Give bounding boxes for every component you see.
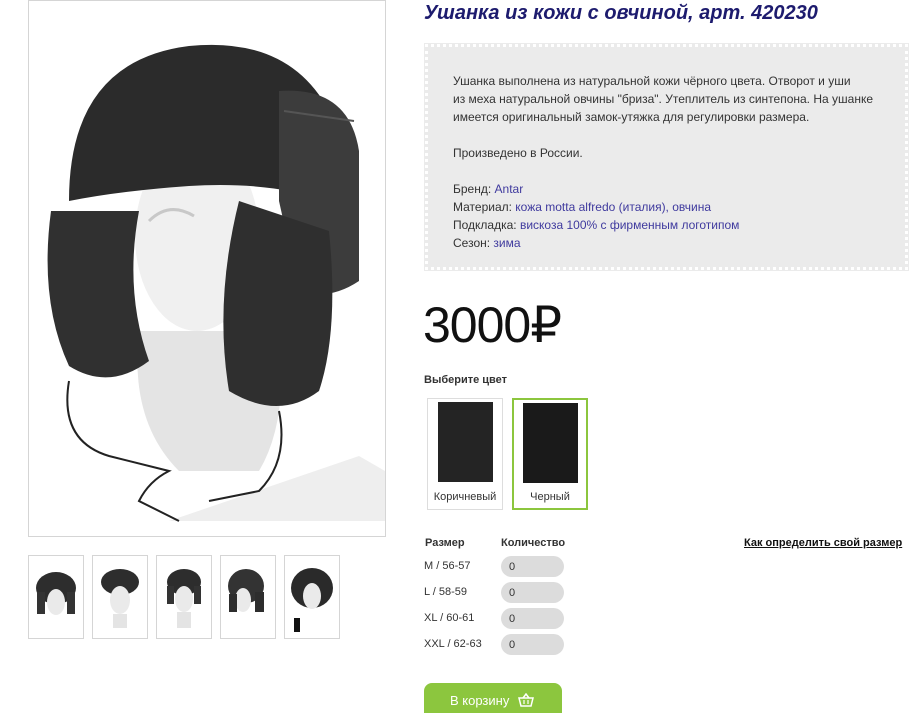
quantity-input[interactable]: [501, 582, 564, 603]
size-row: XXL / 62-63: [424, 634, 564, 656]
description-line: имеется оригинальный замок-утяжка для ре…: [453, 110, 810, 124]
thumbnail-2[interactable]: [92, 555, 148, 639]
attribute-label: Сезон:: [453, 236, 494, 250]
size-row: XL / 60-61: [424, 608, 564, 630]
quantity-input[interactable]: [501, 556, 564, 577]
add-to-cart-label: В корзину: [450, 692, 510, 708]
attribute-value[interactable]: зима: [493, 236, 520, 250]
color-option-brown[interactable]: Коричневый: [427, 398, 503, 510]
attribute-brand: Бренд: Antar: [453, 180, 881, 198]
size-row: L / 58-59: [424, 582, 564, 604]
attribute-lining: Подкладка: вискоза 100% с фирменным лого…: [453, 216, 881, 234]
size-label: L / 58-59: [424, 586, 468, 598]
thumbnail-1[interactable]: [28, 555, 84, 639]
description-line: из меха натуральной овчины "бриза". Утеп…: [453, 92, 873, 106]
quantity-column-header: Количество: [501, 537, 566, 549]
basket-icon: [518, 692, 534, 710]
size-label: XXL / 62-63: [424, 638, 482, 650]
attribute-value[interactable]: кожа motta alfredo (италия), овчина: [515, 200, 711, 214]
color-select-label: Выберите цвет: [424, 374, 508, 386]
attribute-label: Подкладка:: [453, 218, 520, 232]
thumbnail-strip: [28, 555, 340, 639]
thumbnail-5[interactable]: [284, 555, 340, 639]
attribute-label: Бренд:: [453, 182, 495, 196]
thumbnail-4[interactable]: [220, 555, 276, 639]
quantity-input[interactable]: [501, 634, 564, 655]
product-main-image[interactable]: [28, 0, 386, 537]
color-swatch: [522, 403, 578, 483]
thumbnail-3[interactable]: [156, 555, 212, 639]
attribute-season: Сезон: зима: [453, 234, 881, 252]
product-price: 3000₽: [423, 297, 562, 353]
description-line: Ушанка выполнена из натуральной кожи чёр…: [453, 74, 851, 88]
quantity-input[interactable]: [501, 608, 564, 629]
product-title: Ушанка из кожи с овчиной, арт. 420230: [424, 2, 818, 24]
product-description-box: Ушанка выполнена из натуральной кожи чёр…: [424, 43, 909, 271]
attribute-value[interactable]: Antar: [495, 182, 524, 196]
size-label: M / 56-57: [424, 560, 471, 572]
attribute-label: Материал:: [453, 200, 516, 214]
size-label: XL / 60-61: [424, 612, 475, 624]
size-row: M / 56-57: [424, 556, 564, 578]
size-column-header: Размер: [425, 537, 465, 549]
color-swatch: [437, 402, 493, 482]
color-option-label: Черный: [530, 491, 570, 503]
add-to-cart-button[interactable]: В корзину: [424, 683, 562, 713]
size-guide-link[interactable]: Как определить свой размер: [744, 537, 902, 549]
made-in-text: Произведено в России.: [453, 146, 583, 160]
color-option-black[interactable]: Черный: [512, 398, 588, 510]
attribute-value[interactable]: вискоза 100% с фирменным логотипом: [520, 218, 739, 232]
attribute-material: Материал: кожа motta alfredo (италия), о…: [453, 198, 881, 216]
color-option-label: Коричневый: [433, 491, 497, 503]
